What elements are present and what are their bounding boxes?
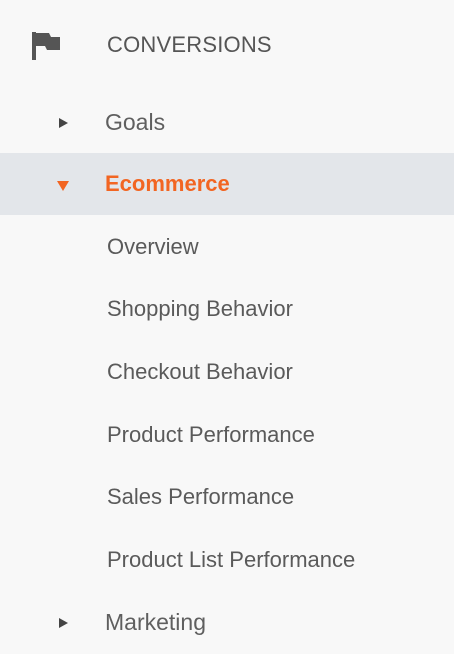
nav-item-label: Goals: [105, 109, 166, 135]
nav-item-goals[interactable]: Goals: [0, 92, 454, 154]
caret-down-icon: [57, 181, 69, 191]
nav-item-label: Ecommerce: [105, 171, 230, 196]
nav-item-label: Marketing: [105, 609, 206, 635]
subnav-item-product-performance[interactable]: Product Performance: [0, 404, 454, 466]
subnav-item-label: Sales Performance: [107, 484, 295, 509]
subnav-item-label: Product List Performance: [107, 547, 356, 572]
subnav-item-label: Overview: [107, 234, 199, 259]
subnav-item-checkout-behavior[interactable]: Checkout Behavior: [0, 341, 454, 403]
subnav-item-product-list-performance[interactable]: Product List Performance: [0, 529, 454, 591]
section-title: CONVERSIONS: [107, 32, 272, 57]
subnav-item-overview[interactable]: Overview: [0, 216, 454, 278]
subnav-item-sales-performance[interactable]: Sales Performance: [0, 466, 454, 528]
subnav-item-label: Product Performance: [107, 422, 315, 447]
subnav-item-label: Checkout Behavior: [107, 359, 293, 384]
subnav-item-label: Shopping Behavior: [107, 296, 293, 321]
conversions-section-header[interactable]: CONVERSIONS: [0, 14, 454, 76]
nav-item-ecommerce[interactable]: Ecommerce: [0, 153, 454, 215]
subnav-item-shopping-behavior[interactable]: Shopping Behavior: [0, 278, 454, 340]
nav-item-marketing[interactable]: Marketing: [0, 592, 454, 654]
flag-icon: [32, 32, 60, 60]
caret-right-icon: [59, 118, 68, 128]
conversions-nav-panel: CONVERSIONS Goals Ecommerce Overview Sho…: [0, 0, 454, 646]
caret-right-icon: [59, 618, 68, 628]
